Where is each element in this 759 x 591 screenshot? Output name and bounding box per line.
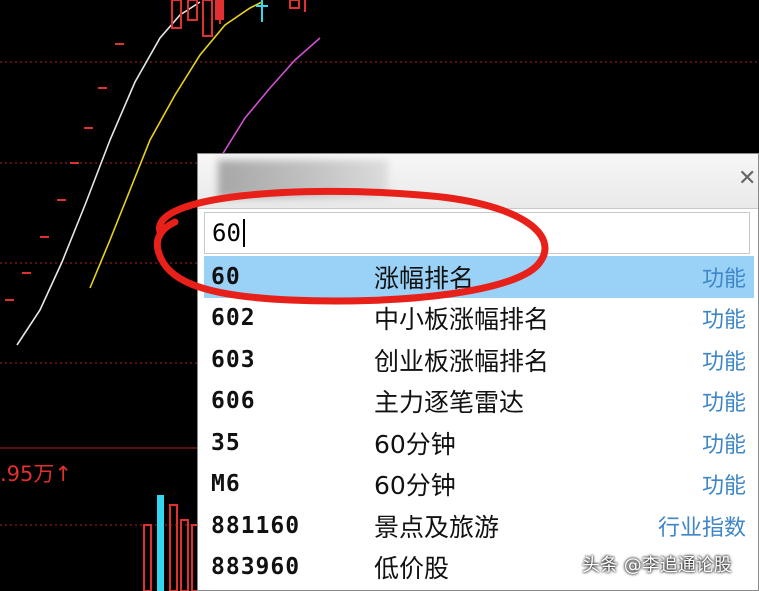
volume-label: .95万↑ xyxy=(0,462,72,486)
result-type: 功能 xyxy=(701,432,746,458)
result-code: 881160 xyxy=(211,512,301,539)
result-name: 创业板涨幅排名 xyxy=(374,346,550,376)
result-row[interactable]: 35 60分钟 功能 xyxy=(204,422,754,464)
result-type: 行业指数 xyxy=(657,515,746,541)
result-type: 功能 xyxy=(701,349,746,375)
result-type: 功能 xyxy=(701,266,746,292)
result-code: 60 xyxy=(211,263,241,290)
volume-bars xyxy=(143,495,200,591)
keyboard-wizard-popup: ✕ 60 60 涨幅排名 功能 602 中小板涨幅排名 功能 603 创业板涨幅… xyxy=(197,153,759,591)
result-code: 606 xyxy=(211,388,256,415)
result-name: 60分钟 xyxy=(374,429,456,459)
result-code: 603 xyxy=(211,346,256,373)
close-icon[interactable]: ✕ xyxy=(738,166,756,192)
text-caret xyxy=(242,219,245,247)
result-row[interactable]: 603 创业板涨幅排名 功能 xyxy=(204,339,754,381)
result-code: 35 xyxy=(211,429,241,456)
result-type: 功能 xyxy=(701,391,746,417)
result-row[interactable]: 606 主力逐笔雷达 功能 xyxy=(204,381,754,423)
search-input[interactable]: 60 xyxy=(204,212,750,254)
search-input-value: 60 xyxy=(212,219,241,247)
watermark: 头条 @李追通论股 xyxy=(582,555,732,576)
result-name: 涨幅排名 xyxy=(374,263,475,293)
price-markers xyxy=(5,43,124,301)
result-code: 602 xyxy=(211,305,256,332)
result-type: 功能 xyxy=(701,308,746,334)
result-code: 883960 xyxy=(211,554,301,581)
candles xyxy=(171,0,306,37)
result-row[interactable]: 60 涨幅排名 功能 xyxy=(204,256,754,298)
blurred-title xyxy=(218,160,388,198)
result-type: 功能 xyxy=(701,474,746,500)
result-name: 中小板涨幅排名 xyxy=(374,305,550,335)
white-ma-line xyxy=(16,1,201,346)
wizard-titlebar: ✕ xyxy=(198,154,758,209)
result-name: 景点及旅游 xyxy=(374,512,500,542)
result-row[interactable]: 602 中小板涨幅排名 功能 xyxy=(204,298,754,340)
result-name: 60分钟 xyxy=(374,471,456,501)
result-row[interactable]: M6 60分钟 功能 xyxy=(204,464,754,506)
result-code: M6 xyxy=(211,471,241,498)
result-name: 低价股 xyxy=(374,554,450,584)
result-name: 主力逐笔雷达 xyxy=(374,388,525,418)
result-row[interactable]: 881160 景点及旅游 行业指数 xyxy=(204,505,754,547)
magenta-ma-line xyxy=(221,37,321,156)
results-list: 60 涨幅排名 功能 602 中小板涨幅排名 功能 603 创业板涨幅排名 功能… xyxy=(204,256,754,588)
